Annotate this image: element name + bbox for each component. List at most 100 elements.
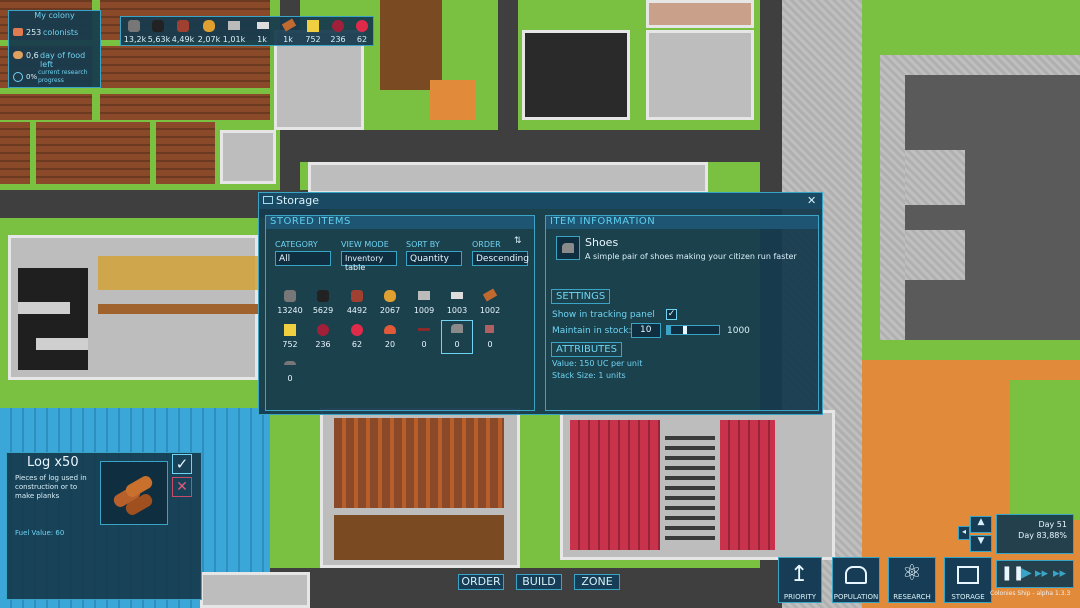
play-icon[interactable]: ▶	[1021, 565, 1032, 581]
fuel-value-text: Fuel Value: 60	[15, 529, 65, 537]
res-qty: 752	[305, 35, 321, 44]
grass-patch	[1010, 380, 1080, 520]
storage-building	[200, 572, 310, 608]
fastest-forward-icon[interactable]: ▸▸	[1053, 566, 1066, 581]
build-button[interactable]: BUILD	[516, 574, 562, 590]
item-cell-berry[interactable]: 236	[309, 322, 337, 352]
research-label: current research progress	[38, 69, 88, 84]
gravel-notch	[905, 150, 965, 205]
confirm-icon[interactable]: ✓	[172, 454, 192, 474]
res-qty: 1,01k	[222, 35, 246, 44]
population-button[interactable]: POPULATION	[832, 557, 880, 603]
coal-icon	[152, 20, 164, 32]
item-tooltip: Log x50 Pieces of log used in constructi…	[6, 452, 202, 600]
priority-button[interactable]: ↥ PRIORITY	[778, 557, 822, 603]
speed-down-arrow[interactable]: ▼	[970, 535, 992, 552]
fast-forward-icon[interactable]: ▸▸	[1035, 566, 1048, 581]
apple-icon	[351, 324, 363, 336]
stone-icon	[128, 20, 140, 32]
building	[308, 162, 708, 194]
research-button[interactable]: ⚛ RESEARCH	[888, 557, 936, 603]
food-icon	[203, 20, 215, 32]
research-icon	[13, 72, 23, 82]
plank-icon	[281, 18, 297, 32]
cancel-icon[interactable]: ✕	[172, 477, 192, 497]
item-cell-bar[interactable]: 1003	[443, 288, 471, 318]
grass-path	[150, 122, 156, 184]
maintain-input[interactable]: 10	[631, 323, 661, 338]
res-qty: 2,07k	[197, 35, 221, 44]
item-qty: 2067	[379, 306, 401, 315]
speed-controls: ❚❚ ▶ ▸▸ ▸▸	[996, 560, 1074, 588]
cheese-icon	[307, 20, 319, 32]
stored-items-panel: STORED ITEMS CATEGORY All VIEW MODE Inve…	[265, 215, 535, 411]
bar-icon	[257, 22, 269, 29]
sortby-select[interactable]: Quantity	[406, 251, 462, 266]
item-cell-pie[interactable]: 20	[376, 322, 404, 352]
building	[220, 130, 276, 184]
item-cell-food[interactable]: 2067	[376, 288, 404, 318]
order-select[interactable]: Descending	[472, 251, 529, 266]
item-cell-shoes[interactable]: 0	[441, 320, 473, 354]
item-name: Shoes	[585, 236, 619, 249]
storage-window: Storage ✕ STORED ITEMS CATEGORY All VIEW…	[258, 192, 823, 415]
slider-handle[interactable]	[683, 326, 687, 334]
tool-icon	[418, 328, 430, 331]
berry-icon	[317, 324, 329, 336]
storage-icon	[263, 196, 273, 204]
res-qty: 236	[330, 35, 346, 44]
stockpile	[98, 256, 258, 290]
close-icon[interactable]: ✕	[807, 194, 816, 207]
item-qty: 4492	[346, 306, 368, 315]
beds	[720, 420, 775, 550]
storage-button[interactable]: STORAGE	[944, 557, 992, 603]
food-icon	[13, 51, 23, 59]
tooltip-image	[100, 461, 168, 525]
colony-info-panel: My colony 253 colonists 0,6 day of food …	[8, 10, 101, 88]
item-cell-cheese[interactable]: 752	[276, 322, 304, 352]
zone-button[interactable]: ZONE	[574, 574, 620, 590]
viewmode-select[interactable]: Inventory table	[341, 251, 397, 272]
item-info-header: ITEM INFORMATION	[546, 216, 818, 229]
res-qty: 1k	[283, 35, 293, 44]
research-value: 0%	[26, 73, 38, 81]
coal-icon	[317, 290, 329, 302]
speed-up-arrow[interactable]: ▲	[970, 516, 992, 533]
apple-icon	[356, 20, 368, 32]
colonists-icon	[13, 28, 23, 36]
resource-bar: 13,2k 5,63k 4,49k 2,07k 1,01k 1k 1k 752 …	[120, 16, 374, 46]
category-label: CATEGORY	[275, 240, 318, 249]
beds	[570, 420, 660, 550]
tracking-checkbox[interactable]: ✓	[666, 309, 677, 320]
storage-title: Storage	[276, 194, 320, 207]
metal-ingot-icon	[418, 291, 430, 300]
item-cell-apple[interactable]: 62	[343, 322, 371, 352]
item-cell-plank[interactable]: 1002	[476, 288, 504, 318]
hat-icon	[284, 361, 296, 365]
grass-area	[862, 0, 1080, 60]
sortby-label: SORT BY	[406, 240, 440, 249]
item-cell-shirt[interactable]: 0	[476, 322, 504, 352]
item-cell-iron-ore[interactable]: 4492	[343, 288, 371, 318]
research-label: RESEARCH	[893, 593, 931, 601]
item-qty: 20	[384, 340, 396, 349]
item-cell-metal-ingot[interactable]: 1009	[410, 288, 438, 318]
food-icon	[384, 290, 396, 302]
crop-bed	[334, 418, 504, 508]
order-button[interactable]: ORDER	[458, 574, 504, 590]
item-cell-hat[interactable]: 0	[276, 356, 304, 386]
research-icon: ⚛	[902, 561, 922, 586]
item-cell-coal[interactable]: 5629	[309, 288, 337, 318]
berry-icon	[332, 20, 344, 32]
sort-order-icon[interactable]: ⇅	[514, 236, 522, 246]
category-select[interactable]: All	[275, 251, 331, 266]
road	[280, 130, 790, 162]
maintain-slider[interactable]	[666, 325, 720, 335]
zoom-button[interactable]: ◂	[958, 526, 970, 540]
item-cell-stone[interactable]: 13240	[276, 288, 304, 318]
dirt-patch	[430, 80, 475, 120]
item-cell-tool[interactable]: 0	[410, 322, 438, 352]
tracking-label: Show in tracking panel	[552, 310, 655, 320]
maintain-label: Maintain in stock:	[552, 326, 632, 336]
metal-ingot-icon	[228, 21, 240, 30]
